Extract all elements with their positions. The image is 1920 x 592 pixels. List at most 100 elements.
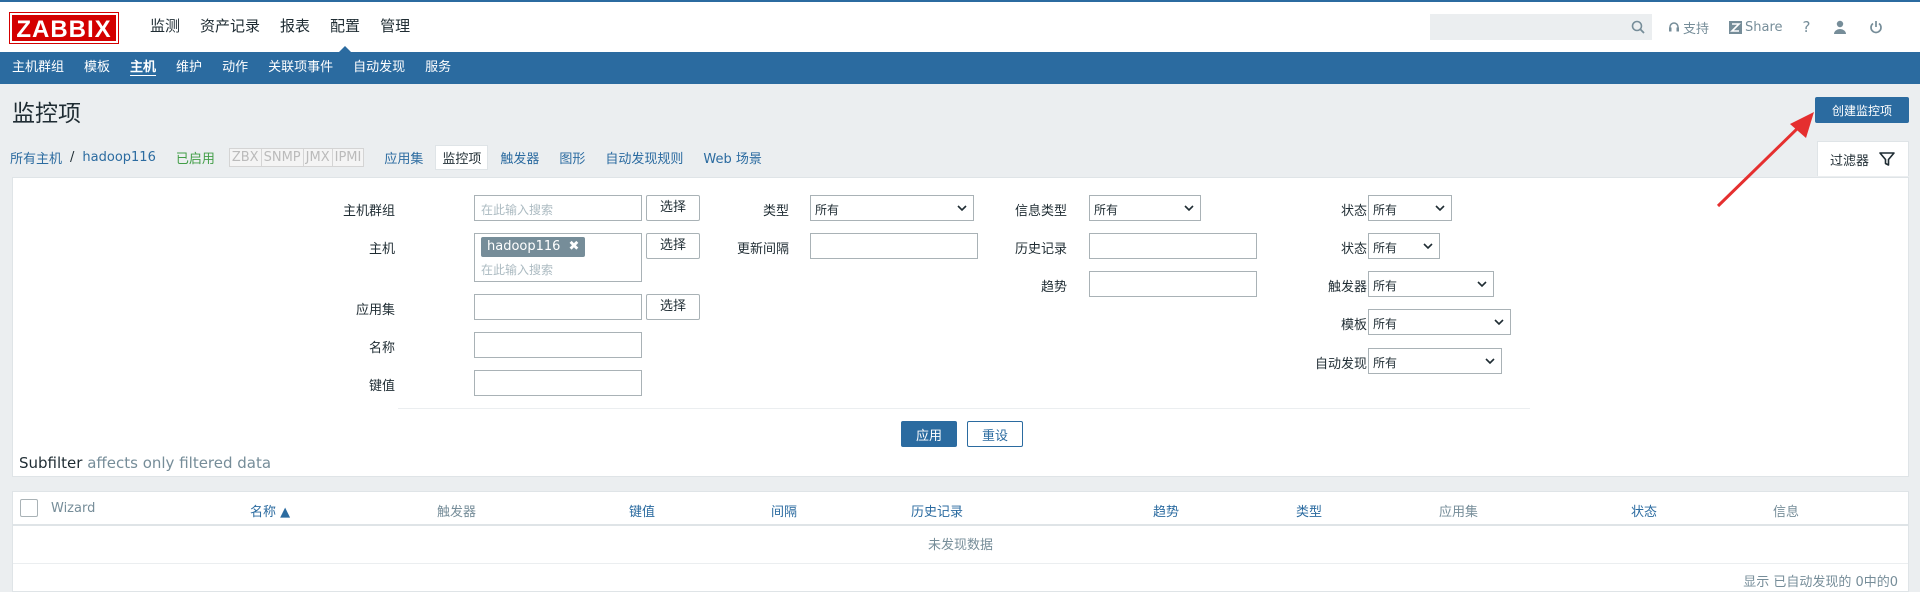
status-select[interactable]: 所有	[1368, 233, 1440, 259]
column-history-sort[interactable]: 历史记录	[911, 501, 963, 520]
sub-navigation: 主机群组 模板 主机 维护 动作 关联项事件 自动发现 服务	[0, 52, 1920, 84]
column-key-sort[interactable]: 键值	[629, 501, 655, 520]
trends-input[interactable]	[1089, 271, 1257, 297]
submenu-hosts[interactable]: 主机	[120, 52, 166, 84]
tab-triggers[interactable]: 触发器	[500, 148, 539, 167]
submenu-templates[interactable]: 模板	[74, 52, 120, 84]
headset-icon	[1669, 22, 1679, 32]
host-status-enabled[interactable]: 已启用	[176, 148, 215, 167]
zabbix-logo[interactable]: ZABBIX	[9, 12, 119, 44]
column-name-sort[interactable]: 名称 ▲	[250, 501, 290, 520]
search-icon[interactable]	[1631, 20, 1645, 34]
info-type-select[interactable]: 所有	[1089, 195, 1201, 221]
template-label: 模板	[1340, 318, 1367, 333]
share-link[interactable]: Share	[1729, 20, 1783, 35]
chevron-down-icon	[1184, 205, 1194, 212]
discovery-select[interactable]: 所有	[1368, 348, 1502, 374]
menu-item-monitoring[interactable]: 监测	[140, 2, 190, 52]
update-interval-label: 更新间隔	[736, 242, 789, 257]
name-input[interactable]	[474, 332, 642, 358]
chevron-down-icon	[1423, 243, 1433, 250]
host-group-select-button[interactable]: 选择	[646, 195, 700, 221]
type-label: 类型	[762, 204, 789, 219]
user-profile-icon[interactable]	[1833, 20, 1847, 34]
menu-item-inventory[interactable]: 资产记录	[190, 2, 270, 52]
filter-icon	[1879, 152, 1895, 166]
menu-item-reports[interactable]: 报表	[270, 2, 320, 52]
host-tag-label: hadoop116	[487, 239, 561, 254]
tab-graphs[interactable]: 图形	[559, 148, 585, 167]
availability-zbx: ZBX	[229, 148, 262, 166]
tab-web-scenarios[interactable]: Web 场景	[703, 148, 761, 167]
menu-item-configuration[interactable]: 配置	[320, 2, 370, 54]
sign-out-icon[interactable]	[1869, 20, 1883, 34]
submenu-host-groups[interactable]: 主机群组	[2, 52, 74, 84]
tab-items[interactable]: 监控项	[435, 144, 489, 170]
column-applications: 应用集	[1439, 505, 1479, 520]
host-select-button[interactable]: 选择	[646, 233, 700, 259]
state-select[interactable]: 所有	[1368, 195, 1452, 221]
filter-tab[interactable]: 过滤器	[1817, 141, 1909, 176]
global-search-input[interactable]	[1430, 14, 1652, 40]
submenu-event-correlation[interactable]: 关联项事件	[258, 52, 343, 84]
application-select-button[interactable]: 选择	[646, 294, 700, 320]
update-interval-input[interactable]	[810, 233, 978, 259]
submenu-discovery[interactable]: 自动发现	[343, 52, 415, 84]
history-input[interactable]	[1089, 233, 1257, 259]
create-item-button[interactable]: 创建监控项	[1815, 97, 1909, 123]
help-icon[interactable]: ?	[1803, 18, 1811, 36]
menu-item-administration[interactable]: 管理	[370, 2, 420, 52]
availability-snmp: SNMP	[261, 148, 304, 166]
availability-ipmi: IPMI	[332, 148, 364, 166]
column-interval-sort[interactable]: 间隔	[771, 501, 797, 520]
breadcrumb-all-hosts[interactable]: 所有主机	[10, 148, 62, 167]
info-type-label: 信息类型	[1014, 204, 1067, 219]
filter-divider	[398, 408, 1530, 409]
select-all-checkbox[interactable]	[20, 499, 38, 517]
host-group-input[interactable]: 在此输入搜索	[474, 195, 642, 221]
column-info: 信息	[1773, 505, 1800, 520]
discovery-label: 自动发现	[1314, 357, 1367, 372]
triggers-select-value: 所有	[1373, 279, 1398, 293]
status-label: 状态	[1340, 242, 1367, 257]
filter-tab-label: 过滤器	[1830, 153, 1870, 169]
subfilter-heading: Subfilter affects only filtered data	[19, 454, 271, 472]
apply-filter-button[interactable]: 应用	[901, 421, 957, 447]
column-status-sort[interactable]: 状态	[1631, 501, 1657, 520]
name-label: 名称	[368, 341, 395, 356]
host-multiselect-input[interactable]: hadoop116 ✖ 在此输入搜索	[474, 233, 642, 282]
subfilter-title: Subfilter	[19, 454, 83, 472]
type-select[interactable]: 所有	[810, 195, 974, 221]
column-trends-sort[interactable]: 趋势	[1153, 501, 1179, 520]
zabbix-share-icon	[1729, 20, 1743, 34]
state-label: 状态	[1340, 204, 1367, 219]
host-group-label: 主机群组	[343, 204, 396, 219]
status-select-value: 所有	[1373, 241, 1398, 255]
submenu-actions[interactable]: 动作	[212, 52, 258, 84]
tab-applications[interactable]: 应用集	[384, 148, 423, 167]
remove-tag-icon[interactable]: ✖	[568, 237, 579, 257]
column-type-sort[interactable]: 类型	[1296, 501, 1322, 520]
history-label: 历史记录	[1014, 242, 1067, 257]
chevron-down-icon	[957, 205, 967, 212]
top-links: 支持 Share ?	[1668, 2, 1905, 52]
submenu-maintenance[interactable]: 维护	[166, 52, 212, 84]
table-footer-count: 显示 已自动发现的 0中的0	[1743, 575, 1898, 590]
triggers-select[interactable]: 所有	[1368, 271, 1494, 297]
availability-badges: ZBX SNMP JMX IPMI	[228, 147, 365, 167]
support-link[interactable]: 支持	[1668, 18, 1709, 37]
reset-filter-button[interactable]: 重设	[967, 421, 1023, 447]
support-label: 支持	[1683, 21, 1710, 37]
column-triggers: 触发器	[437, 505, 477, 520]
breadcrumb-separator: /	[70, 149, 75, 165]
main-menu: 监测 资产记录 报表 配置 管理	[140, 2, 420, 54]
template-select-value: 所有	[1373, 317, 1398, 331]
submenu-services[interactable]: 服务	[415, 52, 461, 84]
breadcrumb-host[interactable]: hadoop116	[82, 150, 155, 165]
key-input[interactable]	[474, 370, 642, 396]
type-select-value: 所有	[815, 203, 840, 217]
application-input[interactable]	[474, 294, 642, 320]
template-select[interactable]: 所有	[1368, 309, 1511, 335]
tab-discovery-rules[interactable]: 自动发现规则	[605, 148, 683, 167]
application-label: 应用集	[355, 303, 395, 318]
